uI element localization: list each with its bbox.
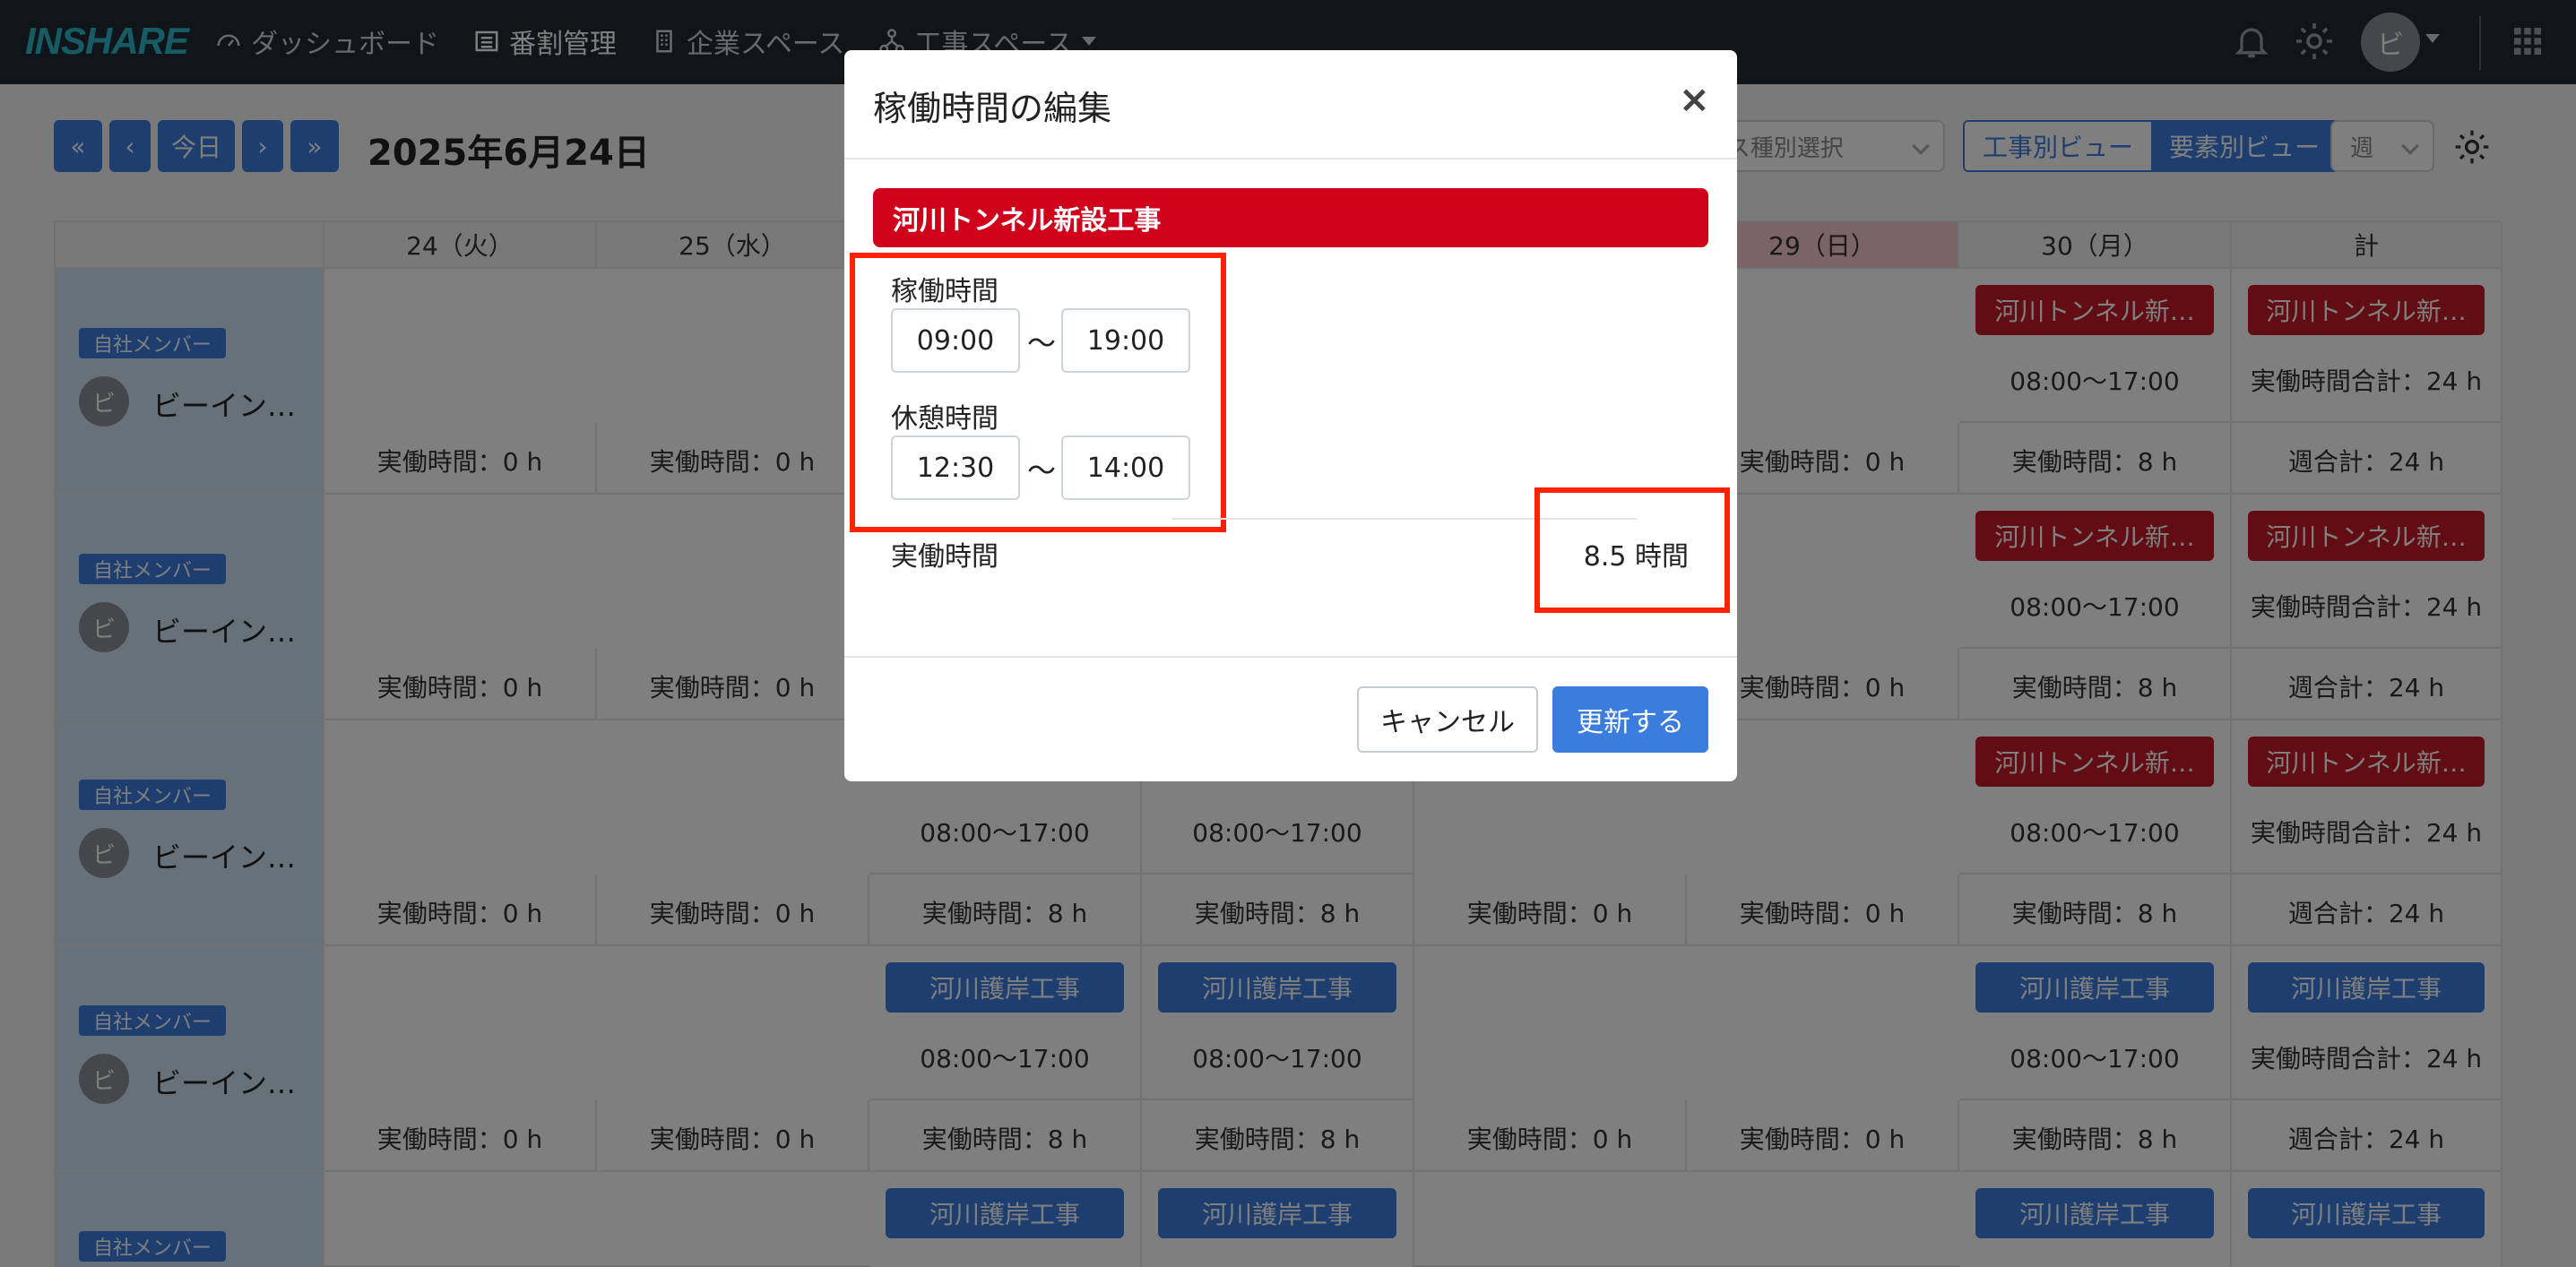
cancel-button[interactable]: キャンセル xyxy=(1357,686,1538,753)
update-button[interactable]: 更新する xyxy=(1552,686,1708,753)
highlight-box-hours xyxy=(1534,487,1730,613)
close-icon[interactable]: × xyxy=(1679,77,1710,121)
modal-title: 稼働時間の編集 xyxy=(873,89,1112,128)
modal-divider xyxy=(844,158,1737,159)
project-name-bar: 河川トンネル新設工事 xyxy=(873,188,1708,247)
edit-hours-modal: 稼働時間の編集 × 河川トンネル新設工事 稼働時間 09:00 〜 19:00 … xyxy=(844,50,1737,781)
highlight-box-inputs xyxy=(850,253,1226,532)
modal-footer-divider xyxy=(844,656,1737,658)
actual-hours-label: 実働時間 xyxy=(891,541,998,573)
